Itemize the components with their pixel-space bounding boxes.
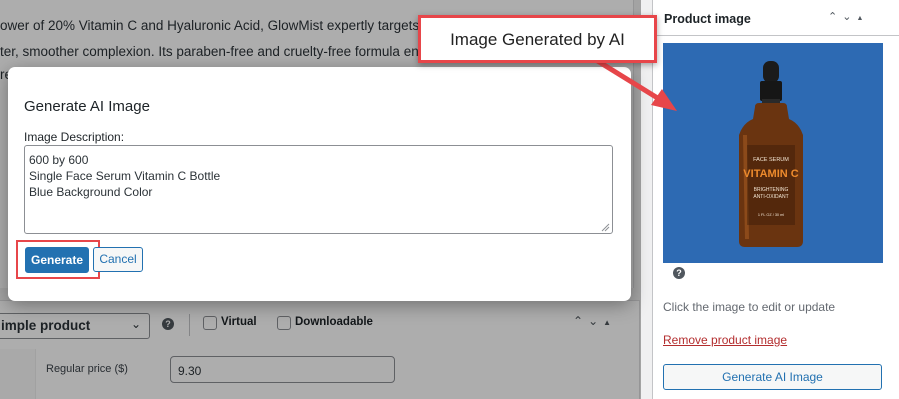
chevron-down-icon: ⌄	[130, 317, 141, 331]
generate-ai-image-modal: Generate AI Image Image Description: 600…	[8, 67, 631, 301]
virtual-label: Virtual	[221, 316, 257, 328]
product-data-tabs	[0, 349, 36, 399]
image-edit-hint: Click the image to edit or update	[663, 300, 836, 314]
image-generated-callout: Image Generated by AI	[418, 15, 657, 63]
downloadable-label: Downloadable	[295, 316, 373, 328]
description-line: ower of 20% Vitamin C and Hyaluronic Aci…	[0, 18, 449, 33]
photo-label-sub2: ANTI-OXIDANT	[753, 194, 788, 200]
arrow-up-icon[interactable]: ⌃	[573, 314, 588, 328]
panel-order-controls[interactable]: ⌃⌄▲	[828, 10, 868, 23]
serum-bottle-illustration: FACE SERUM VITAMIN C BRIGHTENING ANTI-OX…	[663, 43, 883, 263]
panel-header: Product image ⌃⌄▲	[653, 0, 899, 36]
product-image[interactable]: FACE SERUM VITAMIN C BRIGHTENING ANTI-OX…	[663, 43, 883, 263]
description-line: 600 by 600	[29, 153, 89, 167]
description-line: Blue Background Color	[29, 185, 153, 199]
help-icon[interactable]: ?	[673, 267, 685, 279]
generate-button[interactable]: Generate	[25, 247, 89, 273]
image-description-textarea[interactable]: 600 by 600 Single Face Serum Vitamin C B…	[24, 145, 613, 234]
callout-text: Image Generated by AI	[450, 30, 625, 49]
resize-handle-icon[interactable]	[600, 222, 610, 232]
arrow-up-icon[interactable]: ⌃	[828, 11, 842, 23]
cancel-button[interactable]: Cancel	[93, 247, 143, 272]
description-line: ter, smoother complexion. Its paraben-fr…	[0, 44, 445, 59]
divider	[189, 314, 190, 336]
virtual-checkbox[interactable]	[203, 316, 217, 330]
photo-label-main: VITAMIN C	[743, 168, 798, 180]
regular-price-label: Regular price ($)	[46, 363, 128, 375]
photo-label-top: FACE SERUM	[753, 157, 789, 163]
arrow-down-icon[interactable]: ⌄	[588, 314, 603, 328]
triangle-up-icon[interactable]: ▲	[603, 318, 616, 327]
regular-price-input[interactable]: 9.30	[170, 356, 395, 383]
remove-product-image-link[interactable]: Remove product image	[663, 333, 787, 347]
arrow-down-icon[interactable]: ⌄	[842, 11, 856, 23]
generate-ai-image-button[interactable]: Generate AI Image	[663, 364, 882, 390]
panel-title: Product image	[664, 12, 751, 26]
modal-title: Generate AI Image	[24, 98, 150, 115]
product-type-value: imple product	[1, 318, 91, 333]
product-data-box: imple product ⌄ ? Virtual Downloadable ⌃…	[0, 300, 640, 399]
downloadable-checkbox[interactable]	[277, 316, 291, 330]
photo-label-size: 1 FL OZ / 30 ml	[758, 213, 784, 217]
product-image-panel: Product image ⌃⌄▲ FACE SERUM VITAMIN C B…	[652, 0, 899, 399]
description-line: Single Face Serum Vitamin C Bottle	[29, 169, 221, 183]
image-description-label: Image Description:	[24, 130, 125, 144]
box-order-controls[interactable]: ⌃⌄▲	[573, 314, 616, 328]
photo-label-sub1: BRIGHTENING	[754, 187, 789, 193]
help-icon[interactable]: ?	[162, 318, 174, 330]
product-type-select[interactable]: imple product ⌄	[0, 313, 150, 339]
triangle-up-icon[interactable]: ▲	[856, 15, 868, 22]
